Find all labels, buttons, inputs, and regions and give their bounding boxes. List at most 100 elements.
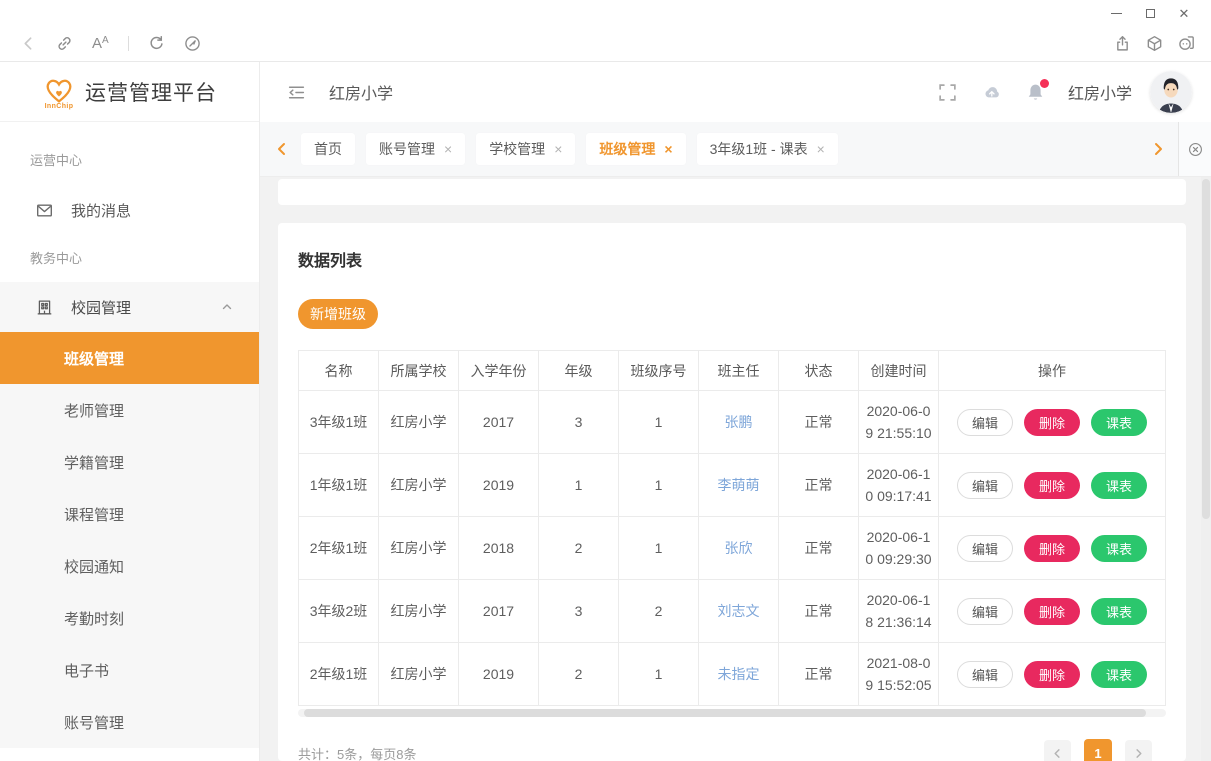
link-icon[interactable] [56,35,73,52]
schedule-button[interactable]: 课表 [1091,661,1147,688]
head-teacher-link[interactable]: 李萌萌 [718,477,760,493]
browser-toolbar: AA [0,26,1211,62]
tab-bar: 首页 账号管理× 学校管理× 班级管理 × 3年级1班 - 课表 × [260,122,1211,177]
delete-button[interactable]: 删除 [1024,409,1080,436]
sidebar-item-account-management[interactable]: 账号管理 [0,696,259,748]
schedule-button[interactable]: 课表 [1091,409,1147,436]
cell-enroll-year: 2017 [459,391,539,454]
vertical-scrollbar[interactable] [1201,177,1211,761]
cell-class-no: 1 [619,643,699,706]
schedule-button[interactable]: 课表 [1091,535,1147,562]
avatar[interactable] [1150,71,1192,113]
edit-button[interactable]: 编辑 [957,535,1013,562]
pagination: 1 [1044,739,1166,761]
minimize-button[interactable] [1099,2,1133,24]
sidebar-item-teacher-management[interactable]: 老师管理 [0,384,259,436]
chevron-right-icon [1133,748,1144,759]
delete-button[interactable]: 删除 [1024,661,1080,688]
tabs-scroll-left-icon[interactable] [274,141,290,157]
cube-icon[interactable] [1146,35,1163,52]
sidebar-item-campus-notice[interactable]: 校园通知 [0,540,259,592]
delete-button[interactable]: 删除 [1024,535,1080,562]
schedule-button[interactable]: 课表 [1091,598,1147,625]
cell-created: 2020-06-10 09:17:41 [859,454,939,517]
sidebar-item-ebook[interactable]: 电子书 [0,644,259,696]
compass-icon[interactable] [184,35,201,52]
cell-school: 红房小学 [379,517,459,580]
menu-fold-icon[interactable] [287,83,306,102]
tab-account-management[interactable]: 账号管理× [366,133,465,165]
tab-school-management[interactable]: 学校管理× [476,133,575,165]
tab-class-schedule[interactable]: 3年级1班 - 课表 × [697,133,838,165]
scrollbar-thumb[interactable] [1202,179,1210,519]
table-row: 2年级1班 红房小学 2018 2 1 张欣 正常 2020-06-10 09:… [299,517,1166,580]
col-head-teacher: 班主任 [699,351,779,391]
cell-grade: 3 [539,580,619,643]
col-school: 所属学校 [379,351,459,391]
notification-bell-icon[interactable] [1026,82,1046,102]
tab-label: 3年级1班 - 课表 [710,139,808,159]
cloud-upload-icon[interactable] [982,82,1002,102]
fullscreen-icon[interactable] [938,82,958,102]
logo-subtitle: InnChip [45,103,74,110]
share-icon[interactable] [1114,35,1131,52]
close-button[interactable]: ✕ [1167,2,1201,24]
col-enroll-year: 入学年份 [459,351,539,391]
page-header: 红房小学 [260,62,1211,122]
tab-home[interactable]: 首页 [301,133,355,165]
edit-button[interactable]: 编辑 [957,661,1013,688]
maximize-icon [1146,9,1155,18]
head-teacher-link[interactable]: 刘志文 [718,603,760,619]
head-teacher-link[interactable]: 未指定 [718,666,760,682]
scrollbar-thumb[interactable] [304,709,1146,717]
sidebar-item-label: 校园管理 [71,297,131,318]
tab-close-icon[interactable]: × [817,142,825,156]
sidebar-item-campus-management[interactable]: 校园管理 [0,282,259,332]
table-header-row: 名称 所属学校 入学年份 年级 班级序号 班主任 状态 创建时间 操作 [299,351,1166,391]
tab-close-icon[interactable]: × [444,142,452,156]
filter-bar-partial [278,179,1186,205]
section-label-academic: 教务中心 [0,248,259,270]
sidebar-item-my-messages[interactable]: 我的消息 [0,188,259,232]
user-name: 红房小学 [1068,80,1132,104]
cell-class-no: 1 [619,391,699,454]
sidebar-item-label: 校园通知 [64,556,124,577]
close-all-tabs-button[interactable] [1178,122,1211,176]
edit-button[interactable]: 编辑 [957,472,1013,499]
font-size-button[interactable]: AA [92,36,109,51]
back-button[interactable] [20,35,37,52]
head-teacher-link[interactable]: 张欣 [725,540,753,556]
cell-created: 2021-08-09 15:52:05 [859,643,939,706]
sidebar-item-class-management[interactable]: 班级管理 [0,332,259,384]
list-title: 数据列表 [298,247,1166,271]
refresh-button[interactable] [148,35,165,52]
campus-management-group: 校园管理 班级管理 老师管理 学籍管理 课程管理 校园通知 考勤时刻 电子书 账… [0,282,259,748]
next-page-button[interactable] [1125,740,1152,761]
table-row: 1年级1班 红房小学 2019 1 1 李萌萌 正常 2020-06-10 09… [299,454,1166,517]
delete-button[interactable]: 删除 [1024,598,1080,625]
add-class-button[interactable]: 新增班级 [298,299,378,329]
contact-icon[interactable] [1178,35,1195,52]
sidebar-item-attendance-time[interactable]: 考勤时刻 [0,592,259,644]
maximize-button[interactable] [1133,2,1167,24]
cell-grade: 3 [539,391,619,454]
delete-button[interactable]: 删除 [1024,472,1080,499]
page-1-button[interactable]: 1 [1084,739,1112,761]
sidebar-item-student-records[interactable]: 学籍管理 [0,436,259,488]
tab-class-management[interactable]: 班级管理 × [586,133,685,165]
schedule-button[interactable]: 课表 [1091,472,1147,499]
horizontal-scrollbar[interactable] [298,709,1166,717]
notification-dot [1040,79,1049,88]
edit-button[interactable]: 编辑 [957,409,1013,436]
sidebar-item-course-management[interactable]: 课程管理 [0,488,259,540]
edit-button[interactable]: 编辑 [957,598,1013,625]
data-list-card: 数据列表 新增班级 名称 所属学校 入学年份 年级 班级序 [278,223,1186,761]
tab-close-icon[interactable]: × [664,142,672,156]
tab-label: 班级管理 [599,139,655,159]
tabs-scroll-right-icon[interactable] [1150,141,1166,157]
head-teacher-link[interactable]: 张鹏 [725,414,753,430]
col-created: 创建时间 [859,351,939,391]
prev-page-button[interactable] [1044,740,1071,761]
cell-created: 2020-06-09 21:55:10 [859,391,939,454]
tab-close-icon[interactable]: × [554,142,562,156]
